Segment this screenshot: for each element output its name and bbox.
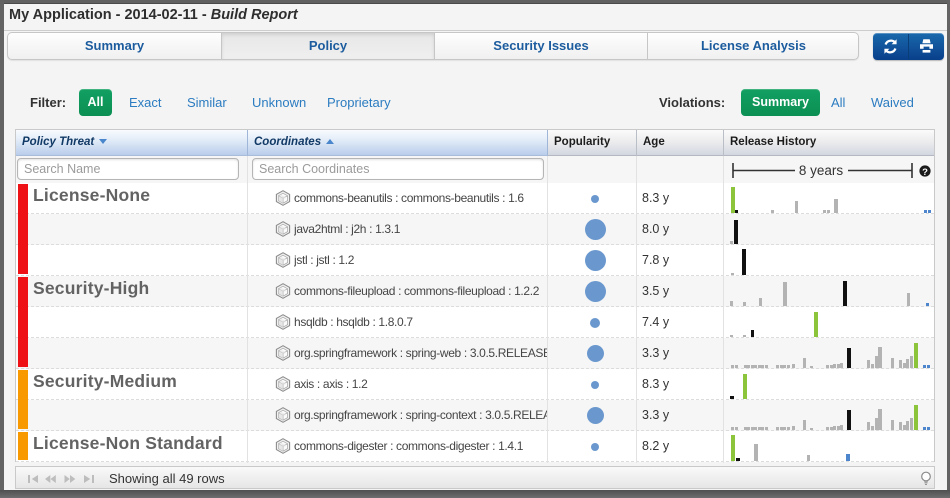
svg-text:8 years: 8 years [799,163,844,178]
svg-text:?: ? [922,167,928,178]
